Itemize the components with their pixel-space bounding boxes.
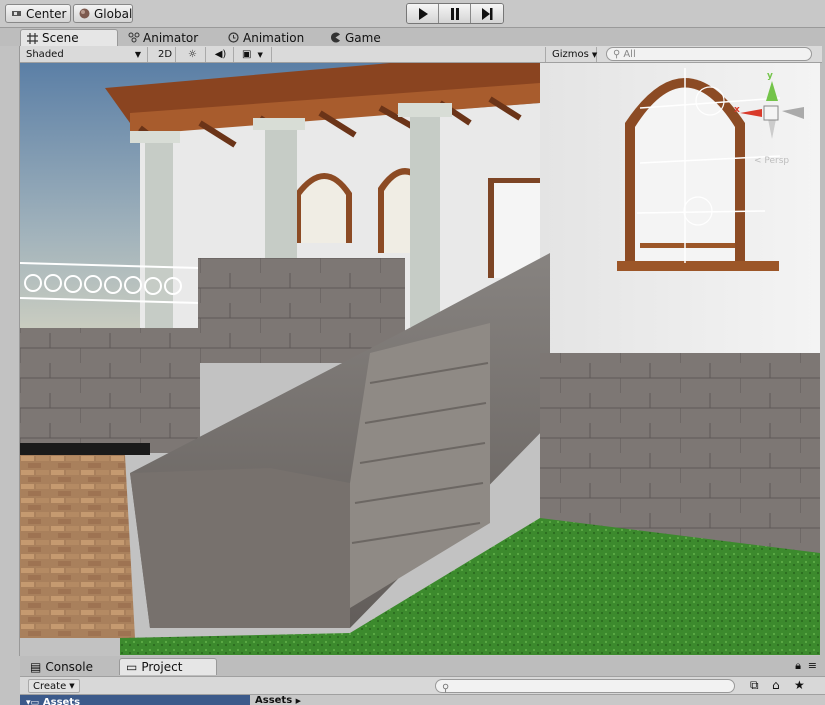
audio-toggle[interactable]: ◀︎) [208,47,234,62]
chevron-down-icon: ▼ [69,682,75,690]
lock-icon[interactable]: 🔒︎ [795,659,801,673]
project-toolbar: Create ▼ ⚲ ⧉ ⌂ ★ [20,676,825,695]
scene-view-controls: Shaded ▼ 2D ☼ ◀︎) ▣ ▼ Gizmos ▼ ⚲ All [20,46,822,63]
scene-orientation-gizmo[interactable]: y x < Persp [732,71,812,173]
tab-scene-label: Scene [42,31,79,45]
bottom-tab-bar: ▤ Console ▭ Project 🔒︎ ≡ [20,656,825,676]
projection-label[interactable]: < Persp [754,156,789,166]
step-icon [482,7,493,20]
pause-button[interactable] [439,4,471,23]
tab-console[interactable]: ▤ Console [24,658,99,675]
project-search-field[interactable]: ⚲ [435,679,735,694]
main-toolbar: Center Global [0,0,825,28]
chevron-right-icon: ▶ [295,697,302,705]
lighting-toggle[interactable]: ☼ [180,47,206,62]
axis-gizmo-icon [740,81,804,139]
speaker-icon: ◀︎) [214,49,227,60]
search-icon: ⚲ [613,48,621,60]
chevron-down-icon: ▼ [591,50,598,59]
clock-icon [228,32,239,43]
tab-animation-label: Animation [243,30,305,45]
pause-icon [450,7,459,20]
tab-game[interactable]: Game [324,29,387,46]
project-browser: ▾▭ Assets Assets ▶ [20,695,825,705]
tab-project-label: Project [141,660,183,674]
search-icon: ⚲ [442,683,450,694]
play-button[interactable] [407,4,439,23]
folder-icon: ▭ [126,660,138,674]
toggle-2d-button[interactable]: 2D [152,47,176,62]
gizmo-x-label: x [734,105,740,115]
tab-animator-label: Animator [143,30,199,45]
folder-icon: ▾▭ [26,698,40,705]
tab-game-label: Game [345,30,381,45]
left-dock-edge [0,46,20,656]
filter-by-type-icon[interactable]: ⧉ [750,678,759,693]
pacman-icon [331,32,340,43]
space-label: Global [94,6,133,21]
shading-mode-value: Shaded [26,49,64,60]
toggle-2d-label: 2D [158,49,173,60]
playback-controls [406,3,504,24]
view-tab-bar: Scene Animator Animation Game [0,28,825,46]
create-dropdown[interactable]: Create ▼ [28,679,80,693]
right-dock-edge [820,46,825,656]
arched-window-1 [295,173,352,243]
favorite-star-icon[interactable]: ★ [794,678,805,692]
tab-scene[interactable]: Scene [20,29,118,46]
image-icon: ▣ [242,49,252,60]
effects-dropdown[interactable]: ▣ ▼ [236,47,272,62]
space-toggle-button[interactable]: Global [73,4,133,23]
sun-icon: ☼ [188,49,197,60]
step-button[interactable] [471,4,503,23]
assets-breadcrumb-label: Assets [255,695,293,705]
tab-animator[interactable]: Animator [122,29,204,46]
gizmo-y-label: y [767,71,773,81]
scene-render [20,63,820,655]
pivot-label: Center [26,6,67,21]
assets-breadcrumb[interactable]: Assets ▶ [255,695,301,705]
unity-editor-window: Center Global Scene Animator Animation G… [0,0,825,705]
tab-console-label: Console [45,659,93,674]
scene-viewport[interactable]: y x < Persp [20,63,820,655]
grid-icon [27,32,38,44]
hierarchy-search-field[interactable]: ⚲ All [606,47,812,61]
animator-icon [128,32,140,43]
create-label: Create [33,680,67,692]
tab-project[interactable]: ▭ Project [119,658,217,675]
assets-tree-label: Assets [42,697,81,705]
play-icon [418,7,428,20]
globe-icon [79,8,90,19]
chevron-down-icon: ▼ [134,50,141,59]
gizmos-label: Gizmos [552,49,589,60]
gizmos-dropdown[interactable]: Gizmos ▼ [545,47,597,62]
chevron-down-icon: ▼ [257,50,263,59]
label-tag-icon[interactable]: ⌂ [772,678,780,692]
tab-animation[interactable]: Animation [222,29,310,46]
shading-mode-dropdown[interactable]: Shaded ▼ [20,47,148,62]
assets-tree-item[interactable]: ▾▭ Assets [20,695,250,705]
console-icon: ▤ [30,659,42,674]
menu-icon[interactable]: ≡ [808,659,817,672]
pivot-icon [11,8,22,19]
search-placeholder: All [623,48,636,60]
pivot-toggle-button[interactable]: Center [5,4,71,23]
